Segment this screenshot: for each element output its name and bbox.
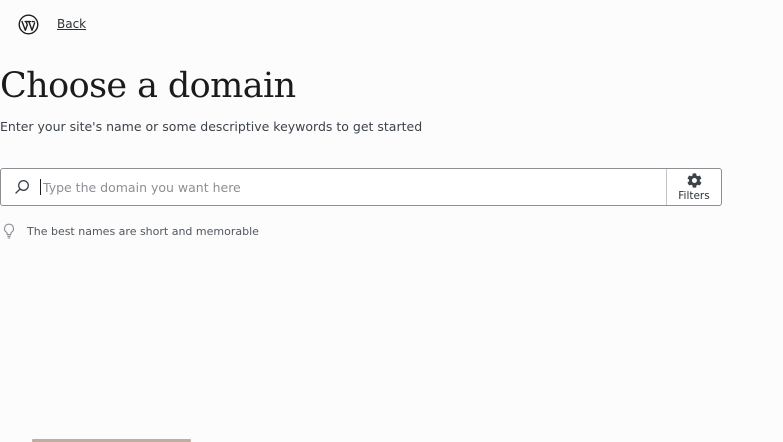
- page-title: Choose a domain: [0, 66, 296, 106]
- domain-hint: The best names are short and memorable: [3, 223, 259, 239]
- wordpress-logo-icon: [18, 14, 39, 34]
- search-icon: [1, 169, 39, 205]
- filters-button[interactable]: Filters: [666, 169, 721, 205]
- lightbulb-icon: [4, 223, 14, 239]
- gear-icon: [687, 173, 701, 188]
- domain-search-input[interactable]: [41, 169, 666, 205]
- domain-search-box: Filters: [0, 168, 722, 206]
- domain-picker-page: Back Choose a domain Enter your site's n…: [0, 0, 783, 442]
- back-link[interactable]: Back: [57, 17, 86, 31]
- filters-label: Filters: [678, 190, 710, 202]
- page-subtitle: Enter your site's name or some descripti…: [0, 119, 423, 134]
- hint-text: The best names are short and memorable: [27, 224, 259, 238]
- top-bar: Back: [18, 13, 86, 35]
